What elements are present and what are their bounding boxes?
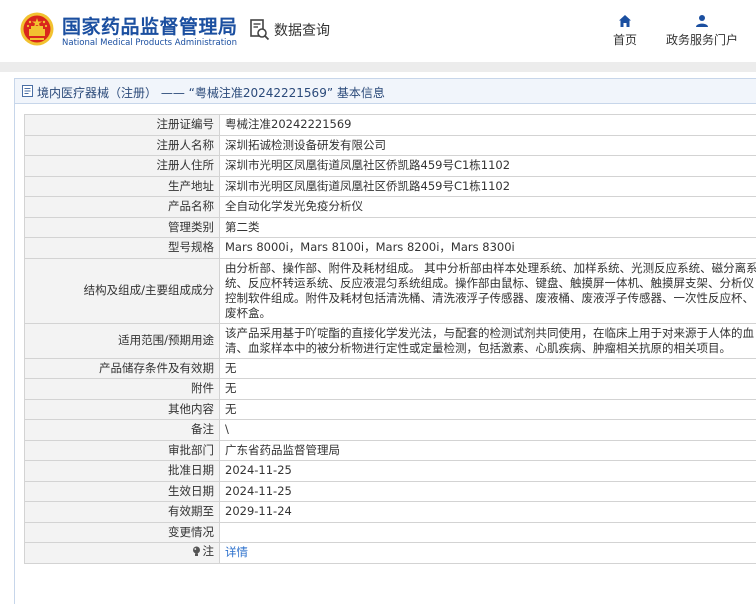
field-label: 注册证编号 xyxy=(24,114,220,136)
table-row: 注册证编号 粤械注准20242221569 xyxy=(24,114,756,136)
field-value xyxy=(219,521,756,543)
table-row: 审批部门 广东省药品监督管理局 xyxy=(24,439,756,461)
table-row: 批准日期 2024-11-25 xyxy=(24,460,756,482)
field-label: 产品名称 xyxy=(24,196,220,218)
table-row: 生产地址 深圳市光明区凤凰街道凤凰社区侨凯路459号C1栋1102 xyxy=(24,175,756,197)
field-label: 变更情况 xyxy=(24,521,220,543)
field-value: 深圳拓诚检测设备研发有限公司 xyxy=(219,134,756,156)
table-row: 产品名称 全自动化学发光免疫分析仪 xyxy=(24,196,756,218)
table-row: 适用范围/预期用途 该产品采用基于吖啶酯的直接化学发光法，与配套的检测试剂共同使… xyxy=(24,322,756,359)
field-label: 有效期至 xyxy=(24,501,220,523)
site-title[interactable]: 国家药品监督管理局 xyxy=(62,12,238,39)
field-label: 审批部门 xyxy=(24,439,220,461)
data-query-logo[interactable]: 数据查询 xyxy=(250,18,330,42)
site-header: 国家药品监督管理局 National Medical Products Admi… xyxy=(0,0,756,62)
table-row: 注册人住所 深圳市光明区凤凰街道凤凰社区侨凯路459号C1栋1102 xyxy=(24,155,756,177)
page-icon xyxy=(22,85,33,97)
field-label: 附件 xyxy=(24,378,220,400)
field-label: 注册人名称 xyxy=(24,134,220,156)
field-label: 管理类别 xyxy=(24,216,220,238)
field-value: 由分析部、操作部、附件及耗材组成。 其中分析部由样本处理系统、加样系统、光测反应… xyxy=(219,257,756,324)
field-value: 粤械注准20242221569 xyxy=(219,114,756,136)
table-row: 备注 \ xyxy=(24,419,756,441)
table-row: 注册人名称 深圳拓诚检测设备研发有限公司 xyxy=(24,134,756,156)
field-value: 详情 xyxy=(219,542,756,564)
header-divider-band xyxy=(0,62,756,72)
field-value: 深圳市光明区凤凰街道凤凰社区侨凯路459号C1栋1102 xyxy=(219,155,756,177)
field-label: 产品储存条件及有效期 xyxy=(24,357,220,379)
site-subtitle: National Medical Products Administration xyxy=(62,38,237,48)
field-value: 无 xyxy=(219,398,756,420)
detail-table: 注册证编号 粤械注准20242221569 注册人名称 深圳拓诚检测设备研发有限… xyxy=(24,114,756,564)
table-row: 有效期至 2029-11-24 xyxy=(24,501,756,523)
national-emblem-icon xyxy=(20,12,54,46)
field-value: 该产品采用基于吖啶酯的直接化学发光法，与配套的检测试剂共同使用，在临床上用于对来… xyxy=(219,322,756,359)
field-label: 结构及组成/主要组成成分 xyxy=(24,257,220,324)
nav-service-portal[interactable]: 政务服务门户 xyxy=(662,14,742,48)
field-value: \ xyxy=(219,419,756,441)
user-icon xyxy=(696,15,708,27)
field-label: 注册人住所 xyxy=(24,155,220,177)
field-label: 生效日期 xyxy=(24,480,220,502)
table-row: 结构及组成/主要组成成分 由分析部、操作部、附件及耗材组成。 其中分析部由样本处… xyxy=(24,257,756,324)
field-value: 2029-11-24 xyxy=(219,501,756,523)
nav-service-portal-label: 政务服务门户 xyxy=(665,33,738,47)
nav-home-label: 首页 xyxy=(612,33,637,47)
field-value: Mars 8000i，Mars 8100i，Mars 8200i，Mars 83… xyxy=(219,237,756,259)
info-bulb-icon xyxy=(192,546,200,557)
note-key: 注 xyxy=(192,544,215,559)
breadcrumb: 境内医疗器械（注册） —— “粤械注准20242221569” 基本信息 xyxy=(14,78,756,104)
field-value: 第二类 xyxy=(219,216,756,238)
field-label: 型号规格 xyxy=(24,237,220,259)
data-query-label: 数据查询 xyxy=(274,23,330,39)
field-value: 深圳市光明区凤凰街道凤凰社区侨凯路459号C1栋1102 xyxy=(219,175,756,197)
details-link[interactable]: 详情 xyxy=(225,545,248,559)
table-row: 管理类别 第二类 xyxy=(24,216,756,238)
field-label: 其他内容 xyxy=(24,398,220,420)
field-label: 批准日期 xyxy=(24,460,220,482)
nav-home[interactable]: 首页 xyxy=(585,14,665,48)
table-row: 型号规格 Mars 8000i，Mars 8100i，Mars 8200i，Ma… xyxy=(24,237,756,259)
field-value: 2024-11-25 xyxy=(219,460,756,482)
note-field-label: 注 xyxy=(24,542,220,564)
field-value: 全自动化学发光免疫分析仪 xyxy=(219,196,756,218)
table-row: 注 详情 xyxy=(24,542,756,564)
field-label: 备注 xyxy=(24,419,220,441)
home-icon xyxy=(619,15,631,27)
table-row: 产品储存条件及有效期 无 xyxy=(24,357,756,379)
field-label: 生产地址 xyxy=(24,175,220,197)
document-search-icon xyxy=(250,19,270,41)
field-value: 无 xyxy=(219,357,756,379)
table-row: 附件 无 xyxy=(24,378,756,400)
field-value: 无 xyxy=(219,378,756,400)
field-value: 广东省药品监督管理局 xyxy=(219,439,756,461)
field-label: 注 xyxy=(202,544,215,559)
breadcrumb-text: 境内医疗器械（注册） —— “粤械注准20242221569” 基本信息 xyxy=(37,86,385,100)
table-row: 其他内容 无 xyxy=(24,398,756,420)
table-row: 生效日期 2024-11-25 xyxy=(24,480,756,502)
field-label: 适用范围/预期用途 xyxy=(24,322,220,359)
field-value: 2024-11-25 xyxy=(219,480,756,502)
table-row: 变更情况 xyxy=(24,521,756,543)
